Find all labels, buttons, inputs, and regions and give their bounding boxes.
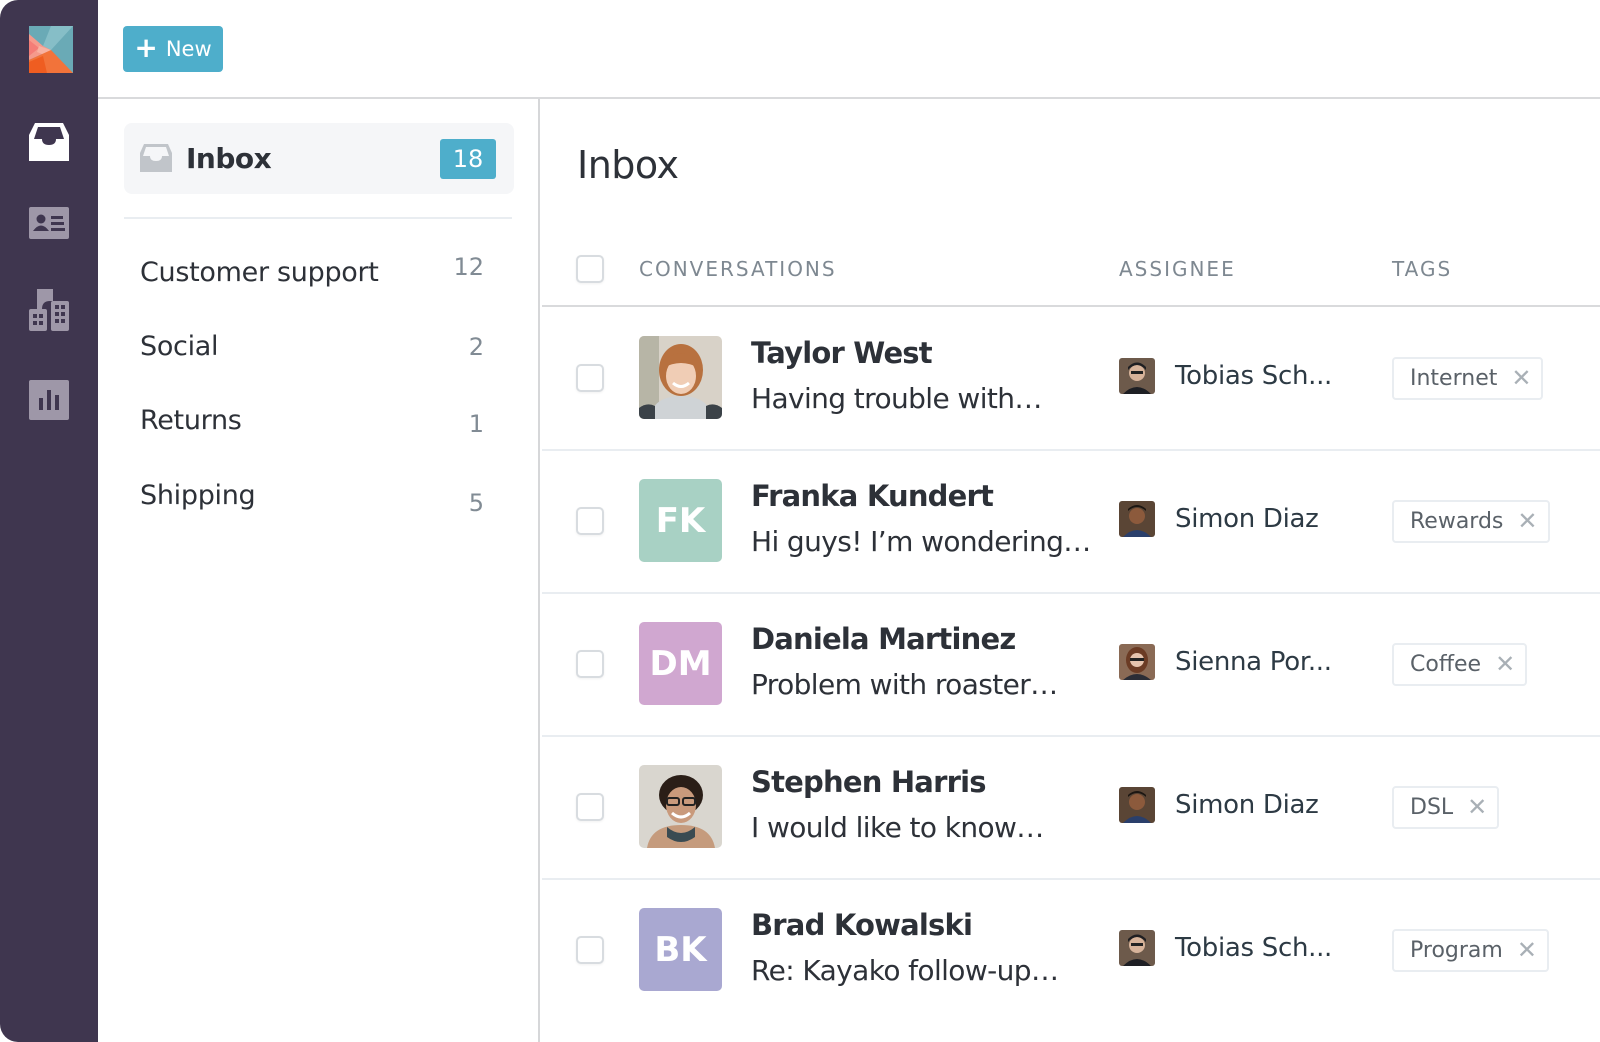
view-item-label: Returns (140, 405, 242, 436)
assignee-avatar (1119, 930, 1155, 966)
rail-item-inbox[interactable] (29, 122, 69, 162)
table-row[interactable]: BK Brad Kowalski Re: Kayako follow-up… T… (542, 880, 1600, 1023)
new-button[interactable]: + New (123, 26, 223, 72)
divider (124, 217, 512, 219)
remove-tag-icon[interactable]: ✕ (1467, 795, 1487, 820)
view-item-count: 12 (453, 253, 484, 281)
avatar: FK (639, 479, 722, 562)
buildings-icon (29, 289, 69, 331)
rail-item-contacts[interactable] (29, 203, 69, 243)
tag: Coffee ✕ (1392, 643, 1528, 686)
new-button-label: New (165, 37, 212, 61)
bar-chart-icon (29, 380, 69, 420)
message-preview: Hi guys! I’m wondering… (751, 525, 1091, 558)
assignee[interactable]: Sienna Por... (1119, 644, 1332, 680)
view-item-count: 5 (468, 489, 484, 517)
view-item-label: Customer support (140, 257, 379, 288)
page-title: Inbox (577, 143, 679, 187)
views-panel: Inbox 18 Customer support 12 Social 2 Re… (98, 99, 540, 1042)
message-preview: Problem with roaster… (751, 668, 1058, 701)
assignee[interactable]: Simon Diaz (1119, 787, 1319, 823)
avatar (639, 765, 722, 848)
plus-icon: + (134, 30, 158, 64)
assignee-avatar (1119, 644, 1155, 680)
kayako-logo-icon[interactable] (29, 26, 73, 73)
select-all-checkbox[interactable] (576, 255, 604, 283)
assignee[interactable]: Tobias Sch... (1119, 358, 1332, 394)
inbox-icon (140, 144, 172, 177)
row-checkbox[interactable] (576, 793, 604, 821)
column-header-conversations[interactable]: CONVERSATIONS (639, 257, 837, 281)
message-preview: Having trouble with… (751, 382, 1042, 415)
column-header-assignee[interactable]: ASSIGNEE (1119, 257, 1236, 281)
inbox-icon (29, 123, 69, 161)
view-item-social[interactable]: Social 2 (124, 323, 494, 373)
view-item-label: Inbox (186, 142, 272, 175)
conversation-list: Inbox CONVERSATIONS ASSIGNEE TAGS Taylor… (542, 99, 1600, 1042)
table-row[interactable]: Taylor West Having trouble with… Tobias … (542, 308, 1600, 451)
row-checkbox[interactable] (576, 936, 604, 964)
customer-name[interactable]: Daniela Martinez (751, 622, 1016, 656)
row-checkbox[interactable] (576, 364, 604, 392)
view-item-count: 2 (468, 333, 484, 361)
assignee-avatar (1119, 358, 1155, 394)
tag: DSL ✕ (1392, 786, 1500, 829)
avatar: BK (639, 908, 722, 991)
table-row[interactable]: FK Franka Kundert Hi guys! I’m wondering… (542, 451, 1600, 594)
rail-item-insights[interactable] (29, 380, 69, 420)
avatar (639, 336, 722, 419)
assignee[interactable]: Tobias Sch... (1119, 930, 1332, 966)
assignee-avatar (1119, 787, 1155, 823)
table-header: CONVERSATIONS ASSIGNEE TAGS (542, 235, 1600, 307)
top-bar: + New (98, 0, 1600, 99)
view-item-inbox[interactable]: Inbox 18 (124, 123, 514, 194)
tag-label: Rewards (1410, 509, 1504, 534)
tag: Rewards ✕ (1392, 500, 1550, 543)
view-item-count: 1 (468, 410, 484, 438)
count-badge: 18 (440, 139, 496, 179)
view-item-label: Social (140, 331, 219, 362)
remove-tag-icon[interactable]: ✕ (1511, 366, 1531, 391)
assignee-name: Tobias Sch... (1175, 361, 1333, 391)
remove-tag-icon[interactable]: ✕ (1495, 652, 1515, 677)
customer-name[interactable]: Taylor West (751, 336, 933, 370)
customer-name[interactable]: Stephen Harris (751, 765, 986, 799)
remove-tag-icon[interactable]: ✕ (1517, 938, 1537, 963)
tag: Internet ✕ (1392, 357, 1544, 400)
contact-card-icon (29, 207, 69, 239)
assignee-name: Simon Diaz (1175, 790, 1319, 820)
message-preview: Re: Kayako follow-up… (751, 954, 1059, 987)
tag-label: DSL (1410, 795, 1454, 820)
tag: Program ✕ (1392, 929, 1549, 972)
table-row[interactable]: DM Daniela Martinez Problem with roaster… (542, 594, 1600, 737)
view-item-shipping[interactable]: Shipping 5 (124, 472, 494, 522)
customer-name[interactable]: Franka Kundert (751, 479, 994, 513)
assignee-name: Sienna Por... (1175, 647, 1332, 677)
tag-label: Program (1410, 938, 1503, 963)
view-item-returns[interactable]: Returns 1 (124, 397, 494, 447)
view-item-customer-support[interactable]: Customer support 12 (124, 249, 494, 299)
tag-label: Internet (1410, 366, 1498, 391)
assignee-avatar (1119, 501, 1155, 537)
avatar: DM (639, 622, 722, 705)
assignee-name: Tobias Sch... (1175, 933, 1333, 963)
view-item-label: Shipping (140, 480, 256, 511)
customer-name[interactable]: Brad Kowalski (751, 908, 973, 942)
tag-label: Coffee (1410, 652, 1482, 677)
table-row[interactable]: Stephen Harris I would like to know… Sim… (542, 737, 1600, 880)
app-sidebar (0, 0, 98, 1042)
message-preview: I would like to know… (751, 811, 1044, 844)
rail-item-organizations[interactable] (29, 289, 69, 331)
row-checkbox[interactable] (576, 507, 604, 535)
column-header-tags[interactable]: TAGS (1392, 257, 1452, 281)
remove-tag-icon[interactable]: ✕ (1517, 509, 1537, 534)
assignee-name: Simon Diaz (1175, 504, 1319, 534)
row-checkbox[interactable] (576, 650, 604, 678)
assignee[interactable]: Simon Diaz (1119, 501, 1319, 537)
